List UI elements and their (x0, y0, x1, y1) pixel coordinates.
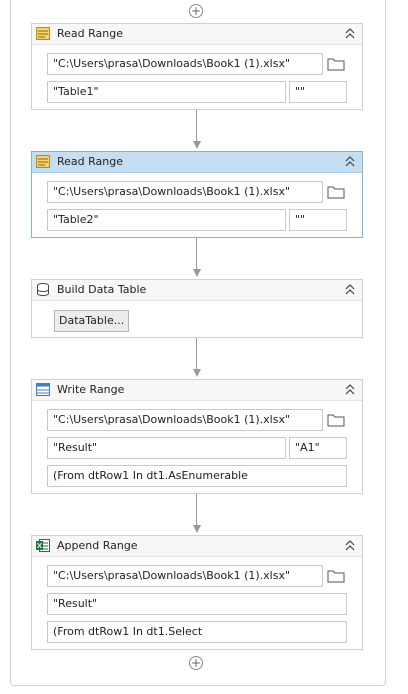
collapse-chevron-icon[interactable] (344, 155, 356, 168)
browse-folder-icon[interactable] (324, 565, 348, 587)
range-input[interactable]: "" (289, 209, 347, 231)
browse-folder-icon[interactable] (324, 181, 348, 203)
activity-build-data-table[interactable]: Build Data Table DataTable... (31, 279, 363, 338)
activity-title: Write Range (57, 383, 125, 396)
browse-folder-icon[interactable] (324, 53, 348, 75)
add-activity-button-top[interactable]: + (189, 4, 203, 18)
browse-folder-icon[interactable] (324, 409, 348, 431)
activity-header[interactable]: Read Range (32, 152, 362, 173)
flow-arrow (193, 338, 201, 378)
table-icon (36, 383, 50, 396)
flow-arrow (193, 110, 201, 150)
add-activity-button-bottom[interactable]: + (189, 656, 203, 670)
sheet-name-input[interactable]: "Table1" (47, 81, 286, 103)
activity-header[interactable]: Build Data Table (32, 280, 362, 301)
collapse-chevron-icon[interactable] (344, 383, 356, 396)
sheet-name-input[interactable]: "Result" (47, 437, 286, 459)
flow-arrow (193, 494, 201, 534)
flow-arrow (193, 238, 201, 278)
activity-write-range[interactable]: Write Range "C:\Users\prasa\Downloads\Bo… (31, 379, 363, 494)
activity-title: Build Data Table (57, 283, 147, 296)
excel-read-range-icon (36, 27, 50, 40)
workbook-path-input[interactable]: "C:\Users\prasa\Downloads\Book1 (1).xlsx… (47, 565, 323, 587)
excel-read-range-icon (36, 155, 50, 168)
activity-header[interactable]: Read Range (32, 24, 362, 45)
activity-title: Read Range (57, 27, 123, 40)
workbook-path-input[interactable]: "C:\Users\prasa\Downloads\Book1 (1).xlsx… (47, 53, 323, 75)
sheet-name-input[interactable]: "Table2" (47, 209, 286, 231)
sheet-name-input[interactable]: "Result" (47, 593, 347, 615)
workbook-path-input[interactable]: "C:\Users\prasa\Downloads\Book1 (1).xlsx… (47, 181, 323, 203)
datatable-input[interactable]: (From dtRow1 In dt1.AsEnumerable (47, 465, 347, 487)
datatable-input[interactable]: (From dtRow1 In dt1.Select (47, 621, 347, 643)
collapse-chevron-icon[interactable] (344, 539, 356, 552)
collapse-chevron-icon[interactable] (344, 283, 356, 296)
collapse-chevron-icon[interactable] (344, 27, 356, 40)
activity-title: Append Range (57, 539, 138, 552)
database-icon (37, 283, 49, 296)
activity-read-range-1[interactable]: Read Range "C:\Users\prasa\Downloads\Boo… (31, 23, 363, 110)
datatable-editor-button[interactable]: DataTable... (54, 310, 130, 332)
range-input[interactable]: "" (289, 81, 347, 103)
activity-title: Read Range (57, 155, 123, 168)
activity-header[interactable]: Append Range (32, 536, 362, 557)
start-cell-input[interactable]: "A1" (289, 437, 347, 459)
activity-read-range-2[interactable]: Read Range "C:\Users\prasa\Downloads\Boo… (31, 151, 363, 238)
excel-append-icon (36, 539, 50, 552)
activity-header[interactable]: Write Range (32, 380, 362, 401)
activity-append-range[interactable]: Append Range "C:\Users\prasa\Downloads\B… (31, 535, 363, 650)
workbook-path-input[interactable]: "C:\Users\prasa\Downloads\Book1 (1).xlsx… (47, 409, 323, 431)
